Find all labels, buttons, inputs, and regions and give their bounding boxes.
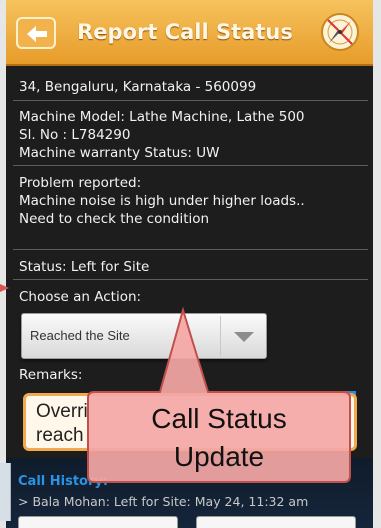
callout-label: Call Status Update — [96, 400, 342, 476]
callout-line-2: Update — [173, 441, 265, 472]
callout-line-1: Call Status — [151, 403, 287, 434]
